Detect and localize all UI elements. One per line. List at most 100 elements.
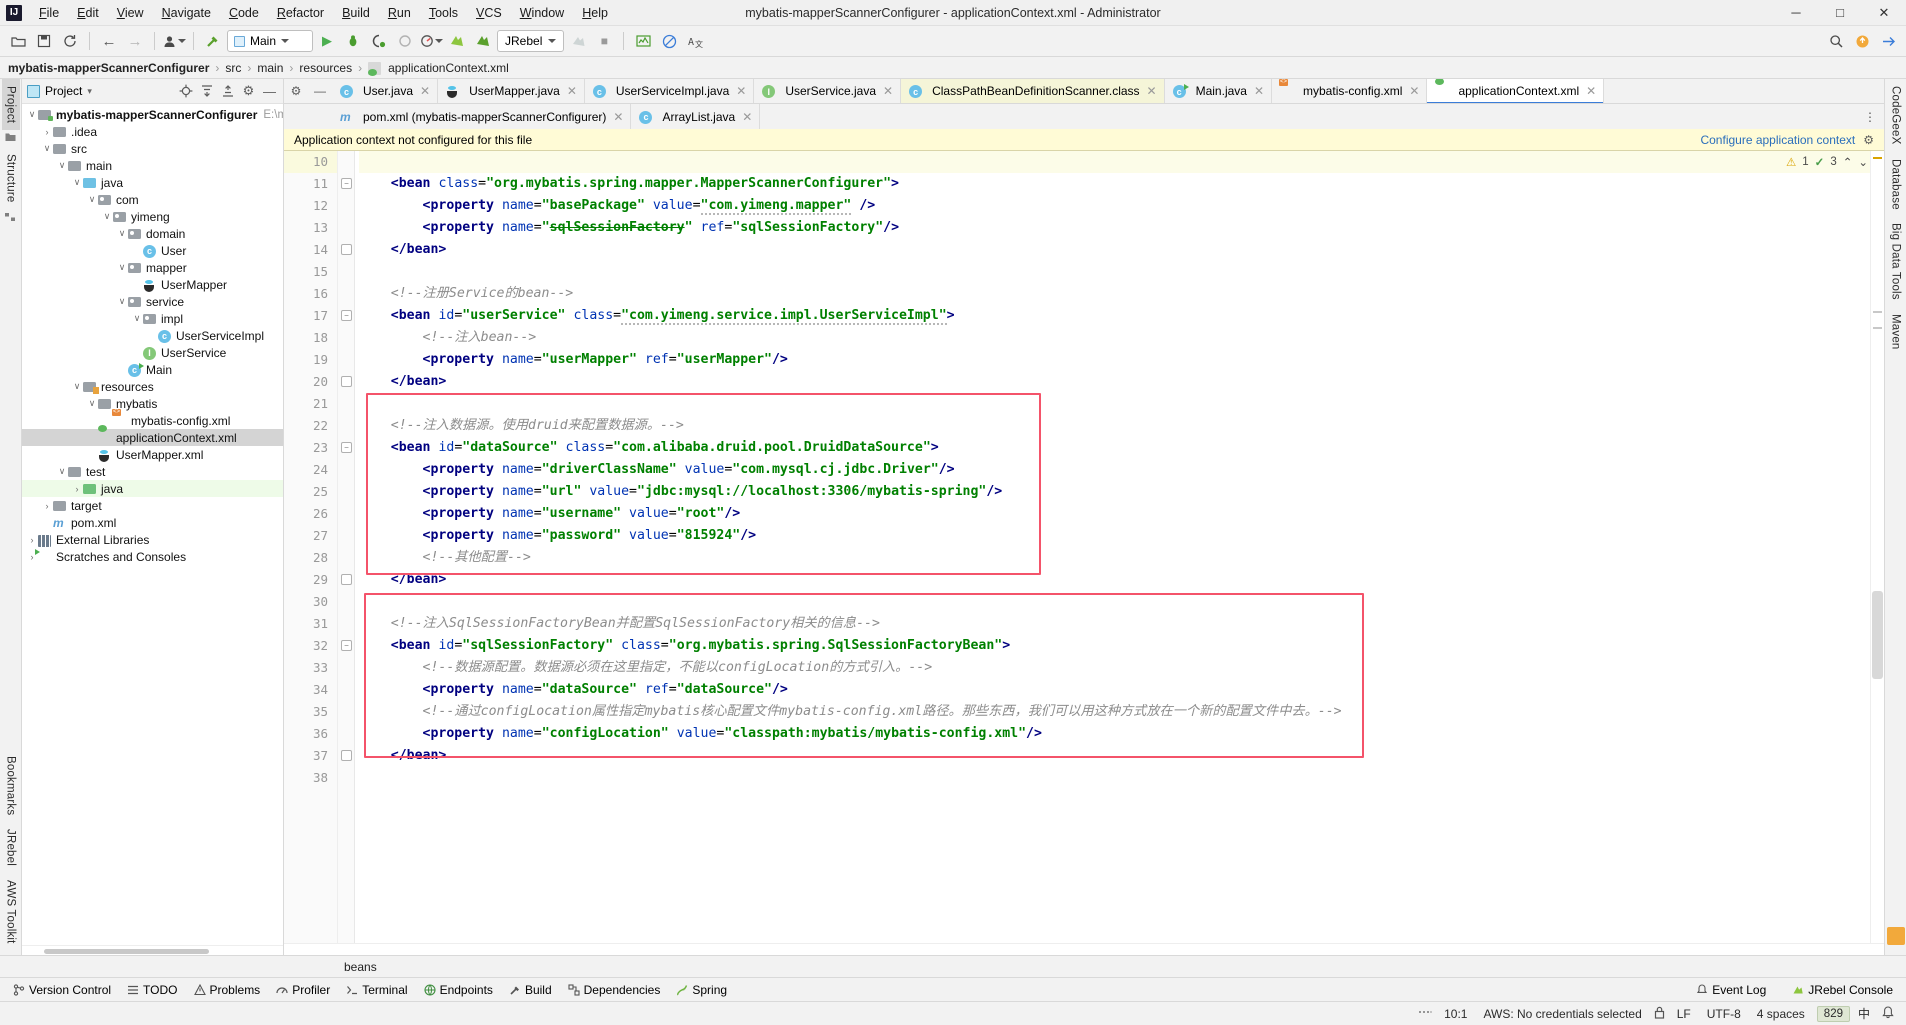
sync-icon[interactable] xyxy=(58,29,82,53)
chevron-right-icon[interactable]: › xyxy=(26,535,38,545)
breadcrumb-item[interactable]: resources xyxy=(299,61,352,75)
xml-breadcrumb-beans[interactable]: beans xyxy=(284,960,377,974)
tree-node[interactable]: ∨ com xyxy=(22,191,283,208)
tabs-overflow-icon[interactable]: ⋮ xyxy=(1856,104,1884,129)
code-line[interactable]: <!--数据源配置。数据源必须在这里指定，不能以configLocation的方… xyxy=(359,657,1870,679)
structure-icon[interactable] xyxy=(5,212,16,225)
code-line[interactable]: <property name="username" value="root"/> xyxy=(359,503,1870,525)
line-number[interactable]: 24 xyxy=(284,459,337,481)
hide-panel-icon[interactable]: — xyxy=(261,83,278,100)
configure-application-context-link[interactable]: Configure application context xyxy=(1700,133,1855,147)
line-number[interactable]: 38 xyxy=(284,767,337,789)
tool-window-button-spring[interactable]: Spring xyxy=(669,981,734,999)
jrebel-debug-icon[interactable] xyxy=(471,29,495,53)
fold-collapse-icon[interactable]: − xyxy=(341,178,352,189)
marker-info-1[interactable] xyxy=(1873,311,1882,313)
tool-window-button-version-control[interactable]: Version Control xyxy=(6,981,118,999)
chevron-down-icon[interactable]: ∨ xyxy=(41,143,53,154)
tab-close-icon[interactable]: ✕ xyxy=(613,110,623,124)
lock-icon[interactable] xyxy=(1650,1006,1669,1022)
menu-item-code[interactable]: Code xyxy=(220,3,268,23)
code-line[interactable]: <!--注册Service的bean--> xyxy=(359,283,1870,305)
hammer-icon[interactable] xyxy=(201,29,225,53)
error-stripe-marker[interactable] xyxy=(1870,151,1884,943)
bell-icon[interactable] xyxy=(1878,1005,1898,1022)
chevron-down-icon[interactable]: ∨ xyxy=(116,262,128,273)
tab-close-icon[interactable]: ✕ xyxy=(736,84,746,98)
caret-position[interactable]: 10:1 xyxy=(1436,1007,1475,1021)
code-line[interactable]: <property name="userMapper" ref="userMap… xyxy=(359,349,1870,371)
editor-tab[interactable]: m pom.xml (mybatis-mapperScannerConfigure… xyxy=(332,104,632,129)
run-button[interactable]: ▶ xyxy=(315,29,339,53)
sidebar-item-database[interactable]: Database xyxy=(1887,152,1905,217)
chevron-down-icon[interactable]: ∨ xyxy=(56,466,68,477)
tree-node[interactable]: ∨ test xyxy=(22,463,283,480)
line-number[interactable]: 22 xyxy=(284,415,337,437)
tool-window-button-build[interactable]: Build xyxy=(502,981,559,999)
update-icon[interactable] xyxy=(1850,29,1874,53)
tab-close-icon[interactable]: ✕ xyxy=(742,110,752,124)
line-number[interactable]: 19 xyxy=(284,349,337,371)
breadcrumb-item[interactable]: src xyxy=(225,61,241,75)
tree-node[interactable]: › java xyxy=(22,480,283,497)
fold-collapse-icon[interactable]: − xyxy=(341,640,352,651)
chevron-right-icon[interactable]: › xyxy=(71,484,83,494)
tree-node[interactable]: ∨ resources xyxy=(22,378,283,395)
line-number[interactable]: 36 xyxy=(284,723,337,745)
chevron-down-icon[interactable]: ∨ xyxy=(86,194,98,205)
tree-node[interactable]: ∨ main xyxy=(22,157,283,174)
code-editor[interactable]: 10 11 12 13 14 15 16 17 18 19 20 21 22 23 24 25 26 27 28 29… xyxy=(284,151,1884,943)
line-number[interactable]: 27 xyxy=(284,525,337,547)
tree-node[interactable]: › target xyxy=(22,497,283,514)
tree-node[interactable]: ∨ mybatis-mapperScannerConfigurer E:\mybat… xyxy=(22,106,283,123)
line-number[interactable]: 34 xyxy=(284,679,337,701)
code-line[interactable]: <bean id="userService" class="com.yimeng… xyxy=(359,305,1870,327)
code-line[interactable]: <bean id="sqlSessionFactory" class="org.… xyxy=(359,635,1870,657)
attach-icon[interactable] xyxy=(566,29,590,53)
marker-warning[interactable] xyxy=(1873,157,1882,159)
sidebar-item-project[interactable]: Project xyxy=(1,79,20,131)
tree-node[interactable]: ∨ src xyxy=(22,140,283,157)
chevron-down-icon[interactable]: ▾ xyxy=(87,86,92,97)
menu-item-vcs[interactable]: VCS xyxy=(467,3,511,23)
tree-node[interactable]: › External Libraries xyxy=(22,531,283,548)
chevron-down-icon[interactable]: ∨ xyxy=(101,211,113,222)
tab-close-icon[interactable]: ✕ xyxy=(567,84,577,98)
tree-node[interactable]: › .idea xyxy=(22,123,283,140)
folder-icon[interactable] xyxy=(5,132,16,145)
tab-close-icon[interactable]: ✕ xyxy=(1147,84,1157,98)
sidebar-item-jrebel[interactable]: JRebel xyxy=(2,822,20,873)
sidebar-item-bigdatatools[interactable]: Big Data Tools xyxy=(1887,216,1905,307)
forward-icon[interactable]: → xyxy=(123,29,147,53)
code-line[interactable]: <!--注入数据源。使用druid来配置数据源。--> xyxy=(359,415,1870,437)
code-line[interactable]: </bean> xyxy=(359,239,1870,261)
code-line[interactable]: <property name="sqlSessionFactory" ref="… xyxy=(359,217,1870,239)
tool-window-button-event-log[interactable]: Event Log xyxy=(1689,981,1773,999)
sidebar-item-structure[interactable]: Structure xyxy=(2,147,20,209)
code-line[interactable] xyxy=(359,767,1870,789)
tree-node[interactable]: applicationContext.xml xyxy=(22,429,283,446)
editor-tab[interactable]: I UserService.java ✕ xyxy=(754,79,902,103)
search-icon[interactable] xyxy=(1824,29,1848,53)
open-folder-icon[interactable] xyxy=(6,29,30,53)
tab-close-icon[interactable]: ✕ xyxy=(1586,84,1596,98)
tool-window-button-profiler[interactable]: Profiler xyxy=(269,981,337,999)
chevron-down-icon[interactable]: ∨ xyxy=(131,313,143,324)
menu-item-tools[interactable]: Tools xyxy=(420,3,467,23)
tool-window-button-endpoints[interactable]: Endpoints xyxy=(417,981,500,999)
profile-cpu-icon[interactable] xyxy=(419,29,443,53)
code-line[interactable]: <!--注入SqlSessionFactoryBean并配置SqlSession… xyxy=(359,613,1870,635)
aws-credentials-status[interactable]: AWS: No credentials selected xyxy=(1475,1007,1649,1021)
debug-icon[interactable] xyxy=(341,29,365,53)
code-line[interactable]: <property name="url" value="jdbc:mysql:/… xyxy=(359,481,1870,503)
menu-item-build[interactable]: Build xyxy=(333,3,379,23)
save-icon[interactable] xyxy=(32,29,56,53)
line-number[interactable]: 26 xyxy=(284,503,337,525)
tab-close-icon[interactable]: ✕ xyxy=(420,84,430,98)
code-line[interactable] xyxy=(359,591,1870,613)
line-number[interactable]: 17 xyxy=(284,305,337,327)
chevron-down-icon[interactable]: ∨ xyxy=(71,177,83,188)
line-number[interactable]: 14 xyxy=(284,239,337,261)
tree-node[interactable]: ∨ java xyxy=(22,174,283,191)
code-line[interactable]: <property name="driverClassName" value="… xyxy=(359,459,1870,481)
